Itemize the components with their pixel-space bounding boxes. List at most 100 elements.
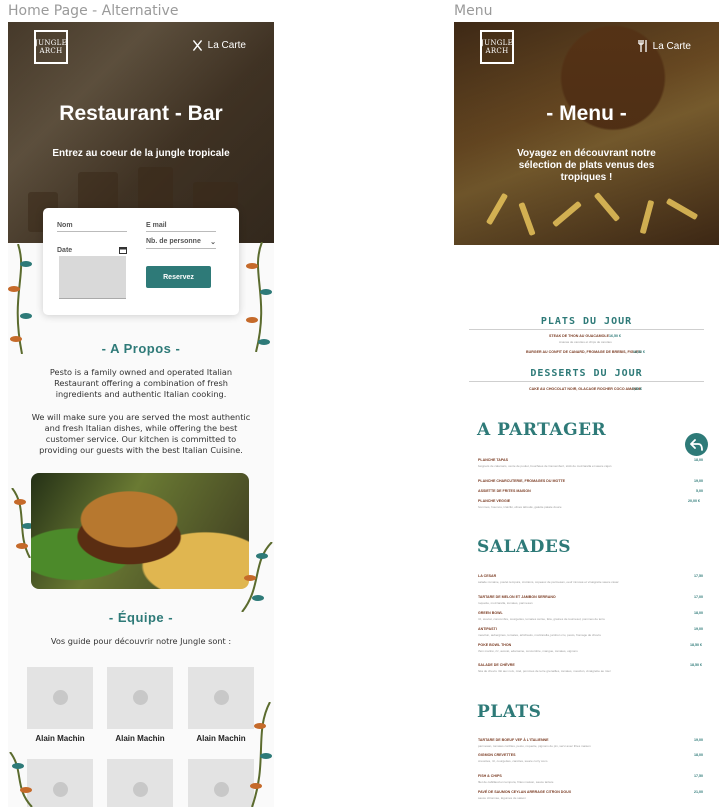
name-field[interactable]: Nom — [57, 222, 127, 232]
menu-item-desc: Ananas de carottes et chips de carottes — [559, 340, 612, 344]
menu-hero-subtitle: Voyagez en découvrant notre sélection de… — [517, 148, 656, 183]
menu-item-price: 16,50 € — [609, 334, 621, 338]
guests-select[interactable]: Nb. de personne ⌄ — [146, 238, 216, 249]
frame-label-menu: Menu — [454, 3, 493, 19]
about-paragraph-1: Pesto is a family owned and operated Ita… — [49, 367, 233, 399]
menu-item-desc: fèta de chevre rôti aux noix, miel, pomm… — [478, 669, 611, 673]
plats-heading: PLATS — [477, 702, 542, 722]
menu-item-name: POKE BOWL THON — [478, 643, 512, 647]
avatar-placeholder-icon — [133, 782, 148, 797]
hero-title: Restaurant - Bar — [59, 102, 223, 125]
team-member-photo[interactable] — [107, 759, 173, 807]
menu-item-name: TARTARE DE MELON ET JAMBON SERRANO — [478, 595, 556, 599]
logo-line2: ARCH — [485, 47, 509, 55]
nav-la-carte-label: La Carte — [652, 40, 691, 52]
logo[interactable]: JUNGLE ARCH — [480, 30, 514, 64]
date-picker[interactable] — [59, 256, 126, 299]
menu-item-name: PLANCHE VEGGIE — [478, 499, 511, 503]
salades-heading: SALADES — [477, 537, 572, 557]
fork-knife-icon — [637, 40, 647, 52]
desserts-du-jour-heading: DESSERTS DU JOUR — [530, 368, 643, 379]
vine-decoration-left — [8, 244, 32, 354]
menu-item-price: 19,00 — [694, 738, 703, 742]
menu-item-desc: parmesan, tomates confites, pesto, roque… — [478, 744, 591, 748]
menu-item-price: 5,00 — [696, 489, 703, 493]
plats-du-jour-heading: PLATS DU JOUR — [540, 316, 633, 327]
menu-item-name: ASSIETTE DE FRITES MAISON — [478, 489, 531, 493]
logo-line2: ARCH — [39, 47, 63, 55]
menu-item-name: PAVÉ DE SAUMON CEYLAN ARRRAGE CITRON DOU… — [478, 790, 572, 794]
logo-line1: JUNGLE — [35, 39, 67, 47]
menu-item-price: 20,00 € — [688, 499, 700, 503]
vine-decoration-right — [246, 242, 272, 352]
burger-photo — [31, 473, 249, 589]
booking-form: Nom E mail Date Nb. de personne ⌄ Reserv… — [43, 208, 239, 315]
menu-item-price: 21,00 — [694, 790, 703, 794]
menu-item-desc: hommos, houmos, tzatziki, olives taboulé… — [478, 505, 562, 509]
menu-item-price: 18,00 — [694, 753, 703, 757]
calendar-icon[interactable] — [119, 246, 127, 254]
avatar-placeholder-icon — [53, 690, 68, 705]
utensils-icon — [192, 40, 202, 51]
menu-item-desc: sauce citronnée, légumes de saison — [478, 796, 526, 800]
menu-item-price: 19,00 — [694, 627, 703, 631]
menu-item-price: 17,00 — [694, 595, 703, 599]
divider — [469, 381, 704, 382]
menu-item-desc: salade romaine, poulet tempura, croûtons… — [478, 580, 619, 584]
menu-item-desc: crevettes, riz, courgettes, carottes, sa… — [478, 759, 548, 763]
vine-decoration-right-2 — [241, 542, 273, 612]
menu-hero-banner: JUNGLE ARCH La Carte - Menu - Voyagez en… — [454, 22, 719, 245]
nav-la-carte[interactable]: La Carte — [637, 40, 691, 52]
menu-item-price: 18,00 — [694, 458, 703, 462]
menu-item-price: 16,50 € — [633, 350, 645, 354]
divider — [469, 329, 704, 330]
avatar-placeholder-icon — [214, 782, 229, 797]
menu-page-frame: JUNGLE ARCH La Carte - Menu - Voyagez en… — [454, 22, 719, 807]
avatar-placeholder-icon — [214, 690, 229, 705]
team-member-photo[interactable] — [27, 667, 93, 729]
menu-item-desc: mesclun, aubergines, tomates, artichauts… — [478, 633, 602, 637]
menu-item-name: TARTARE DE BOEUF VEF À L'ITALIENNE — [478, 738, 549, 742]
a-partager-heading: A PARTAGER — [477, 420, 607, 440]
team-subtitle: Vos guide pour découvrir notre Jungle so… — [50, 636, 232, 646]
menu-item-name: GIGMON CREVETTES — [478, 753, 516, 757]
guests-label: Nb. de personne — [146, 238, 201, 245]
menu-item-name: PLANCHE TAPAS — [478, 458, 509, 462]
menu-item-price: 17,50 — [694, 774, 703, 778]
nav-la-carte[interactable]: La Carte — [192, 40, 246, 51]
menu-item-name: ANTIPASTI — [478, 627, 497, 631]
menu-item-price: 19,00 — [694, 479, 703, 483]
menu-item-price: 18,50 € — [690, 643, 702, 647]
logo-line1: JUNGLE — [481, 39, 513, 47]
back-arrow-icon — [690, 438, 703, 451]
reserve-button[interactable]: Reservez — [146, 266, 211, 288]
menu-item-price: 18,50 € — [690, 663, 702, 667]
menu-item-name: CAKE AU CHOCOLAT NOIR, GLACAGE ROCHER CO… — [529, 387, 642, 391]
menu-item-name: LA CESAR — [478, 574, 497, 578]
hero-subtitle: Entrez au coeur de la jungle tropicale — [52, 148, 230, 159]
menu-hero-title: - Menu - — [546, 102, 627, 125]
vine-decoration-right-3 — [250, 702, 272, 807]
home-page-frame: JUNGLE ARCH La Carte Restaurant - Bar En… — [8, 22, 274, 807]
menu-item-name: GREEN BOWL — [478, 611, 503, 615]
back-button[interactable] — [685, 433, 708, 456]
menu-item-name: STEAK DE THON AU GUACAMOLE — [549, 334, 609, 338]
date-label: Date — [57, 247, 73, 254]
menu-item-name: FISH & CHIPS — [478, 774, 502, 778]
menu-item-name: PLANCHE CHARCUTERIE, FROMAGES DU MOTTE — [478, 479, 566, 483]
email-field[interactable]: E mail — [146, 222, 216, 232]
menu-item-desc: beignets de calamars, vente de poulet, b… — [478, 464, 612, 468]
menu-item-desc: thon mariné, riz, avocat, edamame, conco… — [478, 649, 578, 653]
logo[interactable]: JUNGLE ARCH — [34, 30, 68, 64]
avatar-placeholder-icon — [133, 690, 148, 705]
team-member-photo[interactable] — [107, 667, 173, 729]
menu-item-price: 7,50 € — [632, 387, 642, 391]
menu-item-desc: roquette, mozzarella, tomates, parmesan — [478, 601, 533, 605]
menu-item-desc: riz, avocat, concombre, courgettes, toma… — [478, 617, 605, 621]
chevron-down-icon: ⌄ — [210, 239, 216, 246]
team-member-name: Alain Machin — [115, 734, 165, 743]
menu-item-price: 18,00 — [694, 611, 703, 615]
menu-item-price: 17,50 — [694, 574, 703, 578]
avatar-placeholder-icon — [53, 782, 68, 797]
about-paragraph-2: We will make sure you are served the mos… — [31, 412, 251, 455]
